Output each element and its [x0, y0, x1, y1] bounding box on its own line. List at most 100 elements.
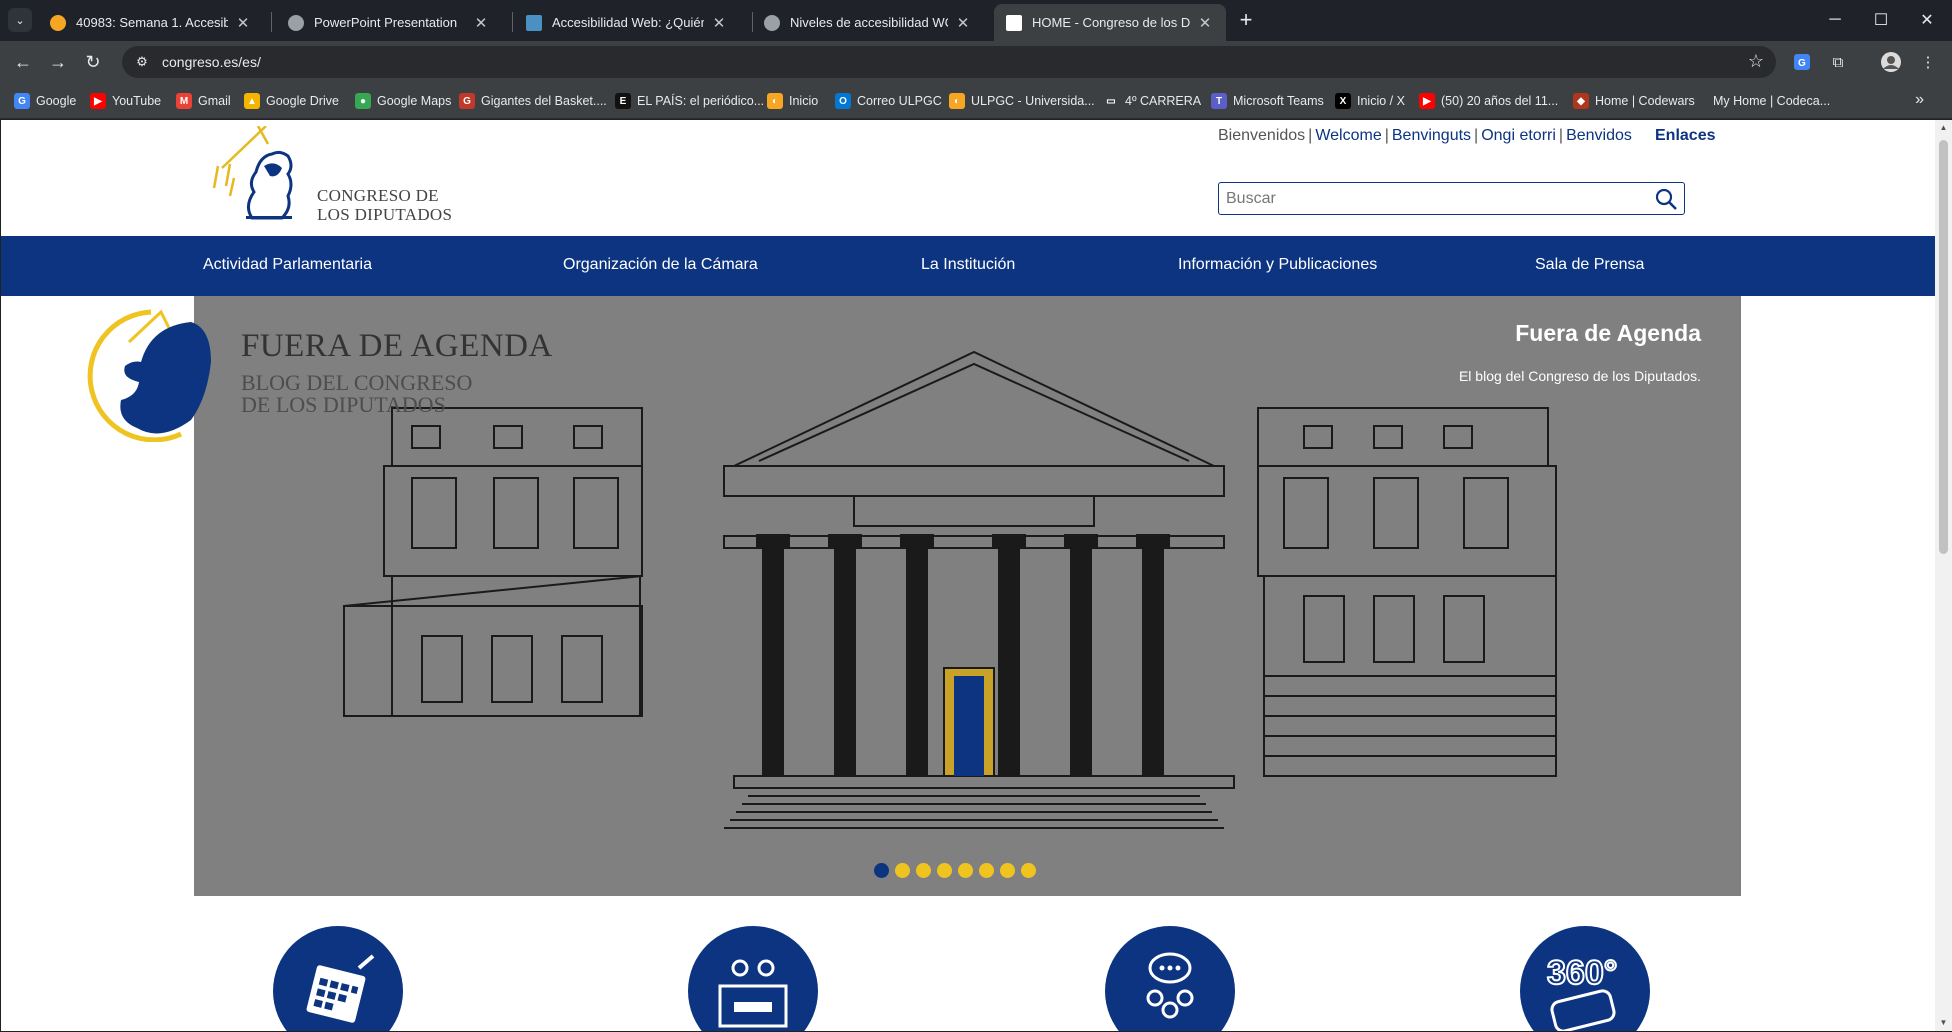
quick-link-participation[interactable] [1105, 926, 1235, 1031]
bookmark-item[interactable]: M Gmail [176, 91, 231, 111]
extensions-puzzle-icon[interactable]: ⧉ [1826, 50, 1850, 74]
bookmark-item[interactable]: T Microsoft Teams [1211, 91, 1324, 111]
nav-actividad-parlamentaria[interactable]: Actividad Parlamentaria [203, 256, 372, 274]
maximize-icon[interactable]: ☐ [1858, 4, 1904, 36]
lang-basque[interactable]: Ongi etorri [1481, 127, 1556, 144]
address-bar[interactable]: ⚙ congreso.es/es/ ☆ [122, 46, 1776, 78]
lang-catalan[interactable]: Benvinguts [1392, 127, 1471, 144]
browser-tab-3[interactable]: Accesibilidad Web: ¿Quién crea ✕ [514, 4, 740, 41]
bookmark-item[interactable]: ◆ Home | Codewars [1573, 91, 1695, 111]
bookmark-label: Google Drive [266, 94, 339, 108]
nav-organizacion-camara[interactable]: Organización de la Cámara [563, 256, 758, 274]
nav-sala-de-prensa[interactable]: Sala de Prensa [1535, 256, 1644, 274]
scroll-down-arrow-icon[interactable]: ▼ [1935, 1015, 1952, 1031]
close-tab-icon[interactable]: ✕ [234, 14, 252, 32]
bookmark-label: Microsoft Teams [1233, 94, 1324, 108]
bookmark-label: Gmail [198, 94, 231, 108]
search-input[interactable] [1219, 183, 1648, 214]
carousel-dot-8[interactable] [1021, 863, 1036, 878]
congreso-logo-text[interactable]: CONGRESO DE LOS DIPUTADOS [317, 186, 452, 224]
bookmark-item[interactable]: E EL PAÍS: el periódico... [615, 91, 764, 111]
slide-subtitle: El blog del Congreso de los Diputados. [1458, 368, 1701, 384]
bookmark-item[interactable]: X Inicio / X [1335, 91, 1405, 111]
close-tab-icon[interactable]: ✕ [1196, 14, 1214, 32]
new-tab-button[interactable]: + [1232, 6, 1260, 34]
bookmark-label: Home | Codewars [1595, 94, 1695, 108]
site-info-icon[interactable]: ⚙ [130, 50, 154, 74]
close-tab-icon[interactable]: ✕ [954, 14, 972, 32]
bookmark-item[interactable]: My Home | Codeca... [1713, 91, 1830, 111]
more-bookmarks-chevron-icon[interactable]: » [1915, 91, 1924, 109]
carousel-indicators [874, 863, 1036, 878]
bookmark-label: (50) 20 años del 11... [1441, 94, 1559, 108]
scroll-up-arrow-icon[interactable]: ▲ [1935, 120, 1952, 136]
citizen-participation-icon [1146, 952, 1194, 1019]
quick-link-virtual-tour[interactable]: 360° [1520, 926, 1650, 1031]
bookmark-item[interactable]: G Gigantes del Basket.... [459, 91, 607, 111]
lang-spanish[interactable]: Bienvenidos [1218, 127, 1305, 144]
forward-arrow-icon[interactable]: → [43, 47, 73, 77]
profile-avatar[interactable] [1879, 50, 1903, 74]
bookmark-item[interactable]: ▭ 4º CARRERA [1103, 91, 1201, 111]
carousel-dot-5[interactable] [958, 863, 973, 878]
reload-icon[interactable]: ↻ [78, 47, 108, 77]
blog-title: FUERA DE AGENDA [241, 328, 553, 364]
links-menu-button[interactable]: Enlaces [1655, 127, 1715, 145]
page-scrollbar[interactable]: ▲ ▼ [1935, 120, 1952, 1031]
tab-search-button[interactable]: ⌄ [8, 8, 32, 32]
carousel-dot-6[interactable] [979, 863, 994, 878]
bookmark-item[interactable]: G Google [14, 91, 76, 111]
bookmark-item[interactable]: ◐ Inicio [767, 91, 818, 111]
slide-title[interactable]: Fuera de Agenda [1515, 320, 1701, 347]
scroll-thumb[interactable] [1939, 140, 1948, 554]
url-text[interactable]: congreso.es/es/ [162, 54, 261, 70]
back-arrow-icon[interactable]: ← [8, 47, 38, 77]
bookmark-favicon-icon: X [1335, 93, 1351, 109]
carousel-dot-3[interactable] [916, 863, 931, 878]
browser-tab-4[interactable]: Niveles de accesibilidad WCAG ✕ [752, 4, 984, 41]
svg-text:G: G [1798, 58, 1806, 69]
bookmark-item[interactable]: ◐ ULPGC - Universida... [949, 91, 1095, 111]
lang-galician[interactable]: Benvidos [1566, 127, 1632, 144]
bookmark-favicon-icon: T [1211, 93, 1227, 109]
close-tab-icon[interactable]: ✕ [710, 14, 728, 32]
browser-tab-5-active[interactable]: HOME - Congreso de los Diputados ✕ [994, 4, 1226, 41]
carousel-dot-2[interactable] [895, 863, 910, 878]
close-tab-icon[interactable]: ✕ [472, 14, 490, 32]
browser-tab-2[interactable]: PowerPoint Presentation ✕ [276, 4, 502, 41]
bookmark-favicon-icon: E [615, 93, 631, 109]
translate-icon[interactable]: G [1790, 50, 1814, 74]
separator: | [1558, 127, 1564, 144]
carousel-dot-1[interactable] [874, 863, 889, 878]
tab-title: 40983: Semana 1. Accesibilidad [76, 15, 228, 30]
carousel-dot-4[interactable] [937, 863, 952, 878]
main-navigation: Actividad Parlamentaria Organización de … [1, 236, 1935, 296]
close-window-icon[interactable]: ✕ [1904, 4, 1950, 36]
nav-la-institucion[interactable]: La Institución [921, 256, 1015, 274]
bookmark-item[interactable]: O Correo ULPGC [835, 91, 942, 111]
bookmark-item[interactable]: ▶ (50) 20 años del 11... [1419, 91, 1558, 111]
nav-informacion-publicaciones[interactable]: Información y Publicaciones [1178, 256, 1377, 274]
minimize-icon[interactable]: ─ [1812, 4, 1858, 36]
quick-link-tribune[interactable] [688, 926, 818, 1031]
logo-line-2: LOS DIPUTADOS [317, 205, 453, 224]
quick-link-agenda[interactable] [273, 926, 403, 1031]
search-icon[interactable] [1648, 184, 1684, 214]
bookmark-star-icon[interactable]: ☆ [1748, 51, 1764, 72]
bookmark-favicon-icon: ◐ [767, 93, 783, 109]
image-icon [526, 14, 542, 31]
360-label: 360° [1547, 954, 1617, 992]
bookmark-item[interactable]: ▶ YouTube [90, 91, 161, 111]
menu-kebab-icon[interactable]: ⋮ [1916, 50, 1940, 74]
bookmark-item[interactable]: ▲ Google Drive [244, 91, 339, 111]
blog-subtitle-line-1: BLOG DEL CONGRESO [241, 370, 473, 395]
page-viewport: CONGRESO DE LOS DIPUTADOS Bienvenidos | We… [1, 120, 1935, 1031]
browser-tab-1[interactable]: 40983: Semana 1. Accesibilidad ✕ [38, 4, 264, 41]
lang-english[interactable]: Welcome [1315, 127, 1381, 144]
carousel-dot-7[interactable] [1000, 863, 1015, 878]
bookmark-item[interactable]: ● Google Maps [355, 91, 451, 111]
bookmark-label: Inicio / X [1357, 94, 1405, 108]
globe-icon [288, 14, 304, 31]
bookmark-label: Gigantes del Basket.... [481, 94, 607, 108]
tab-separator [512, 12, 513, 32]
